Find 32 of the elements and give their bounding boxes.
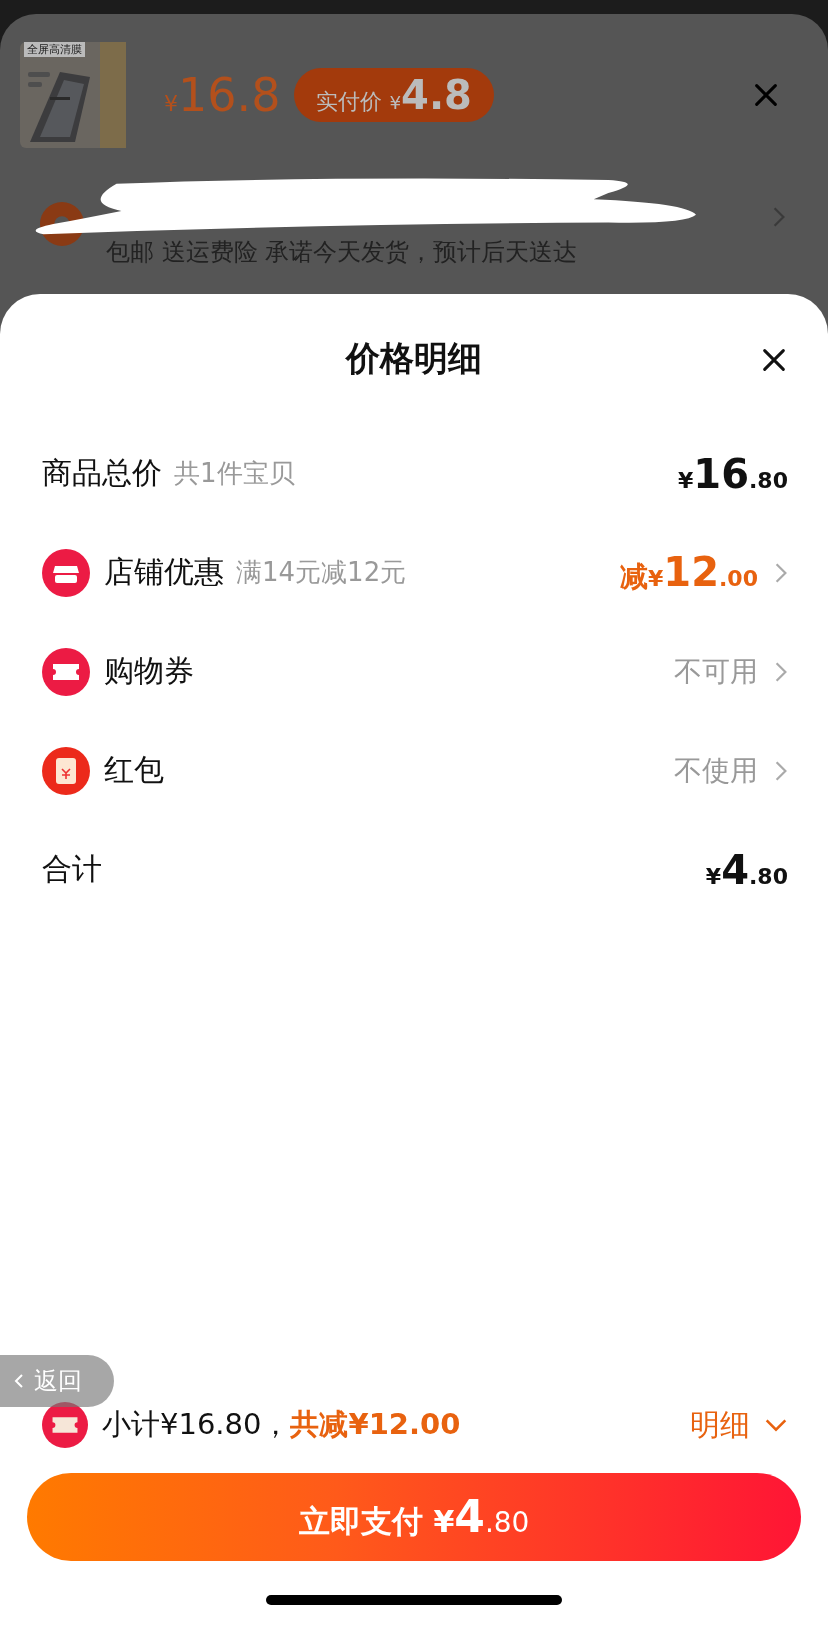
ticket-icon bbox=[42, 1402, 88, 1448]
shop-icon bbox=[42, 548, 90, 597]
caret-icon bbox=[764, 1418, 788, 1432]
product-price: ¥16.8 bbox=[164, 68, 281, 122]
sheet-title: 价格明细 bbox=[346, 337, 482, 380]
row-note: 共1件宝贝 bbox=[174, 457, 295, 490]
row-amount: 减¥12.00 bbox=[620, 549, 758, 596]
chevron-icon[interactable] bbox=[772, 206, 786, 228]
subtotal-text: 小计¥16.80， bbox=[102, 1406, 291, 1443]
pay-price-badge: 实付价 ¥4.8 bbox=[294, 68, 494, 122]
chevron-icon[interactable] bbox=[774, 660, 788, 683]
close-icon[interactable] bbox=[760, 346, 788, 374]
row-label: 红包 bbox=[104, 751, 164, 789]
chevron-icon bbox=[14, 1373, 24, 1389]
chevron-icon[interactable] bbox=[774, 561, 788, 584]
row-label: 商品总价 bbox=[42, 454, 162, 492]
row-label: 合计 bbox=[42, 850, 102, 888]
envelope-icon bbox=[42, 746, 90, 795]
row-label: 店铺优惠 bbox=[104, 553, 224, 591]
row-status[interactable]: 不使用 bbox=[674, 751, 758, 790]
row-status[interactable]: 不可用 bbox=[674, 652, 758, 691]
pay-button[interactable]: 立即支付 ¥4.80 bbox=[27, 1473, 801, 1561]
back-button[interactable]: 返回 bbox=[0, 1355, 114, 1407]
product-badge: 全屏高清膜 bbox=[24, 42, 85, 57]
detail-toggle[interactable]: 明细 bbox=[690, 1404, 788, 1446]
row-note: 满14元减12元 bbox=[236, 556, 407, 589]
row-amount: ¥16.80 bbox=[678, 450, 788, 497]
saving-text: 共减¥12.00 bbox=[290, 1406, 461, 1443]
chevron-icon[interactable] bbox=[774, 759, 788, 782]
ticket-icon bbox=[42, 647, 90, 696]
row-amount: ¥4.80 bbox=[705, 846, 788, 893]
row-label: 购物券 bbox=[104, 652, 194, 690]
